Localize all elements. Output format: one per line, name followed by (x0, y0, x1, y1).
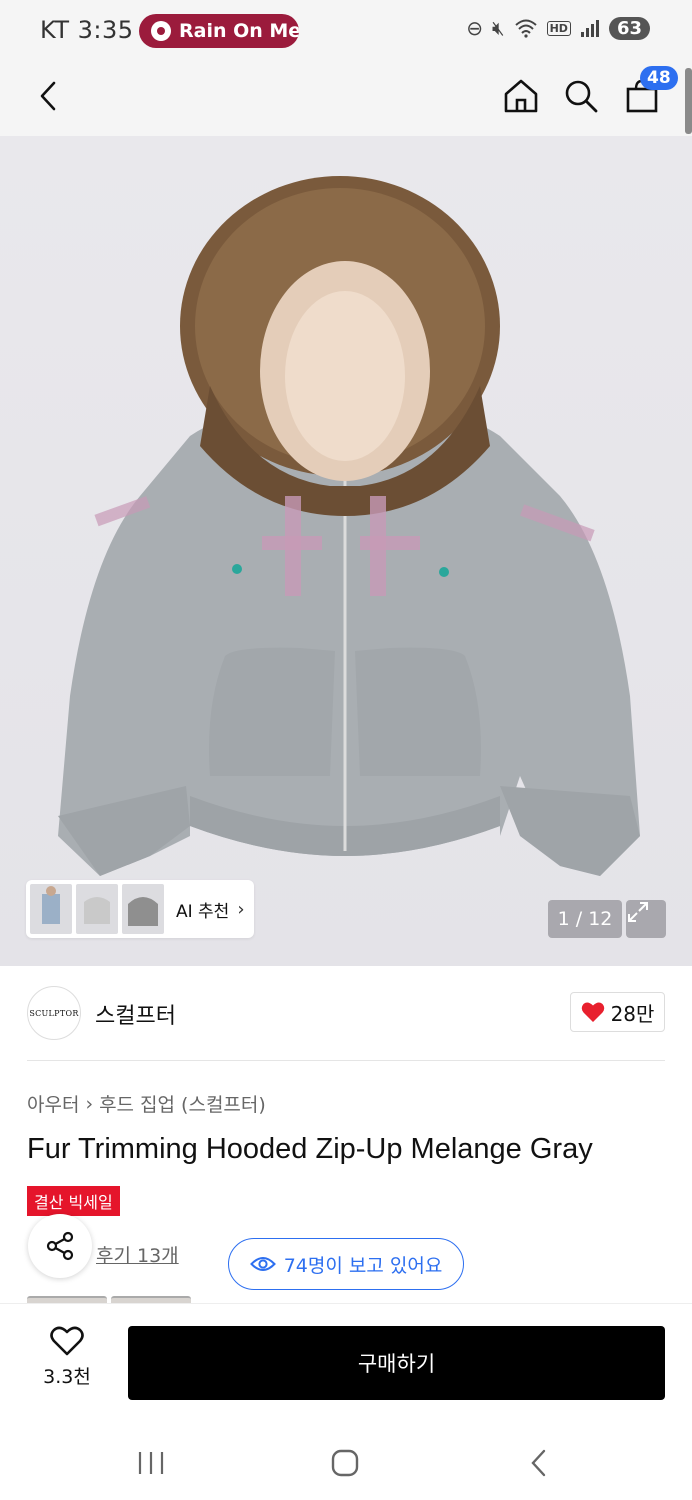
ai-thumb-3[interactable] (122, 884, 164, 934)
product-image-gallery[interactable]: AI 추천 › 1 / 12 (0, 136, 692, 966)
brand-like-count: 28만 (610, 1001, 655, 1026)
media-playing-pill[interactable]: Rain On Me (139, 14, 299, 48)
brand-name[interactable]: 스컬프터 (95, 998, 176, 1030)
app-bar: 48 (0, 62, 692, 136)
ai-thumb-1[interactable] (30, 884, 72, 934)
chevron-left-icon (40, 81, 56, 111)
eye-icon (249, 1257, 276, 1271)
category-breadcrumb: 아우터 › 후드 집업 (스컬프터) (27, 1090, 266, 1117)
recent-apps-icon (138, 1452, 164, 1474)
status-icons: ⊖ 🔇︎ HD 63 (466, 16, 650, 40)
music-icon (151, 21, 171, 41)
product-title: Fur Trimming Hooded Zip-Up Melange Gray (27, 1133, 593, 1165)
hd-icon: HD (546, 20, 571, 36)
viewers-indicator: 74명이 보고 있어요 (228, 1238, 464, 1290)
mute-icon: 🔇︎ (491, 16, 505, 40)
brand-logo[interactable]: SCULPTOR (27, 986, 81, 1040)
viewers-text: 74명이 보고 있어요 (283, 1254, 443, 1277)
chevron-right-icon: › (237, 898, 245, 920)
signal-icon (580, 20, 599, 37)
home-button[interactable] (499, 74, 543, 118)
recent-apps-button[interactable] (121, 1443, 181, 1483)
wishlist-count: 3.3천 (43, 1366, 91, 1388)
back-button[interactable] (26, 74, 70, 118)
wishlist-button[interactable]: 3.3천 (30, 1326, 104, 1389)
share-button[interactable] (28, 1214, 92, 1278)
status-bar: KT 3:35 Rain On Me ⊖ 🔇︎ HD 63 (0, 0, 692, 62)
share-icon (46, 1231, 74, 1261)
media-title: Rain On Me (179, 20, 299, 42)
breadcrumb-category[interactable]: 아우터 (27, 1090, 79, 1117)
home-icon (504, 79, 538, 113)
brand-like-button[interactable]: 28만 (570, 992, 665, 1032)
expand-icon (628, 902, 648, 922)
image-page-indicator: 1 / 12 (548, 900, 622, 938)
product-photo (58, 176, 640, 876)
battery-indicator: 63 (608, 16, 650, 40)
heart-outline-icon (50, 1326, 84, 1356)
home-nav-button[interactable] (315, 1443, 375, 1483)
ai-recommend-card[interactable]: AI 추천 › (26, 880, 254, 938)
purchase-bar: 3.3천 구매하기 (0, 1303, 692, 1425)
fullscreen-button[interactable] (626, 900, 666, 938)
system-nav-bar (0, 1425, 692, 1500)
back-nav-icon (531, 1449, 546, 1477)
sale-badge: 결산 빅세일 (27, 1186, 120, 1216)
buy-button[interactable]: 구매하기 (128, 1326, 665, 1400)
heart-filled-icon (581, 1002, 604, 1022)
carrier-time: KT 3:35 (40, 16, 134, 44)
cart-count-badge: 48 (640, 66, 678, 90)
chevron-right-icon: › (85, 1092, 94, 1115)
search-icon (565, 80, 598, 113)
ai-thumb-2[interactable] (76, 884, 118, 934)
home-circle-icon (331, 1449, 359, 1477)
breadcrumb-subcategory[interactable]: 후드 집업 (스컬프터) (99, 1090, 266, 1117)
scrollbar[interactable] (685, 68, 692, 134)
back-nav-button[interactable] (509, 1443, 569, 1483)
divider (27, 1060, 665, 1061)
wifi-icon (514, 19, 537, 38)
review-count-link[interactable]: 후기 13개 (96, 1241, 179, 1268)
search-button[interactable] (559, 74, 603, 118)
ai-recommend-label: AI 추천 (176, 901, 230, 922)
dnd-icon: ⊖ (466, 16, 483, 40)
